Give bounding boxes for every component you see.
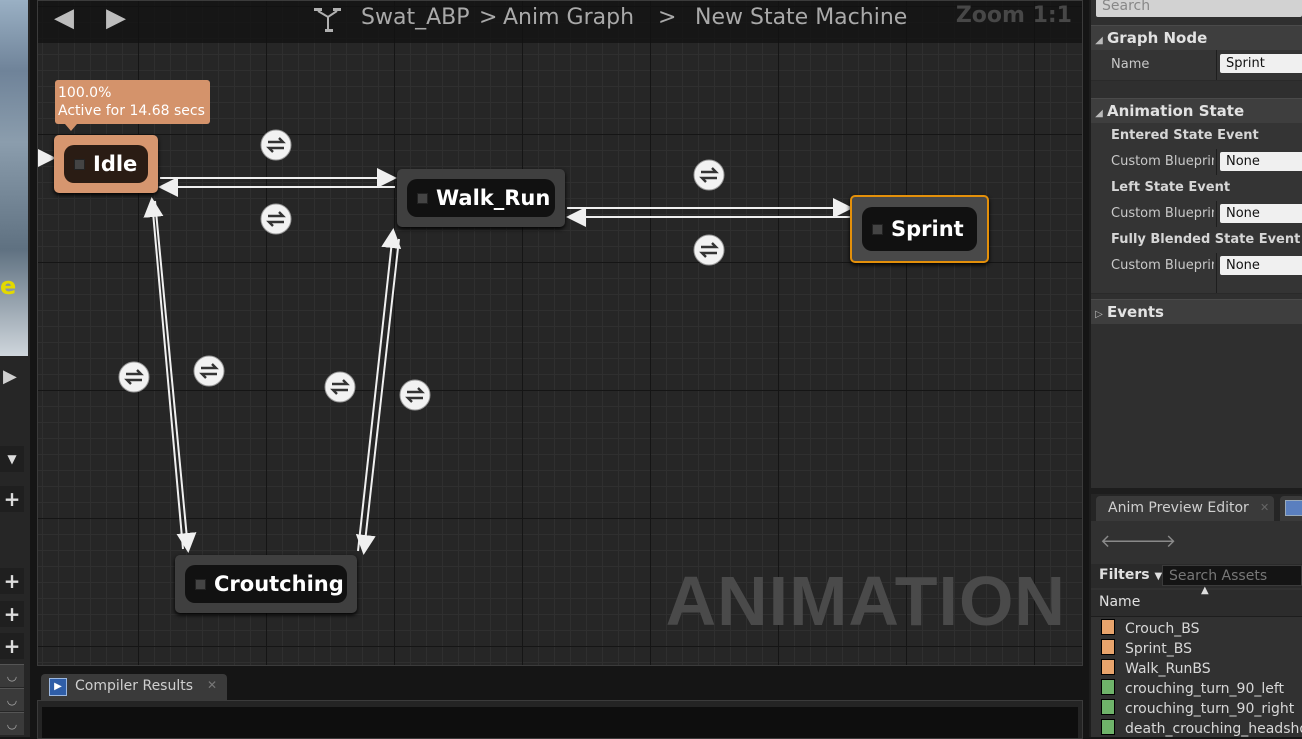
asset-row[interactable]: Crouch_BS bbox=[1101, 619, 1199, 639]
state-node-sprint[interactable]: Sprint bbox=[850, 195, 989, 263]
custom-blueprint-label: Custom Blueprint Event bbox=[1111, 154, 1214, 169]
state-label: Sprint bbox=[891, 217, 964, 241]
transition-rule-icon[interactable] bbox=[260, 129, 292, 161]
transition-rule-icon[interactable] bbox=[399, 379, 431, 411]
collapse-toggle-1[interactable]: ◡ bbox=[0, 664, 24, 687]
blended-event-dropdown[interactable]: None bbox=[1220, 256, 1302, 275]
asset-browser-icon bbox=[1285, 500, 1302, 516]
state-label: Idle bbox=[93, 152, 138, 176]
state-label: Walk_Run bbox=[436, 186, 551, 210]
search-assets-input[interactable]: Search Assets bbox=[1162, 565, 1302, 586]
left-state-event-row: Left State Event bbox=[1091, 175, 1302, 202]
entered-event-dropdown[interactable]: None bbox=[1220, 152, 1302, 171]
state-pin-icon bbox=[74, 158, 85, 170]
graph-node-section[interactable]: ◢ Graph Node bbox=[1091, 25, 1302, 50]
state-pin-icon bbox=[195, 578, 206, 590]
filters-label: Filters bbox=[1099, 567, 1150, 583]
state-pin-icon bbox=[872, 223, 883, 235]
fully-blended-event-row: Fully Blended State Event bbox=[1091, 227, 1302, 254]
asset-row[interactable]: death_crouching_headshot bbox=[1101, 719, 1302, 739]
collapse-toggle-2[interactable]: ◡ bbox=[0, 688, 24, 711]
transition-rule-icon[interactable] bbox=[193, 355, 225, 387]
collapse-toggle-3[interactable]: ◡ bbox=[0, 712, 24, 735]
tooltip-weight: 100.0% bbox=[58, 85, 112, 101]
blended-custom-blueprint-row: Custom Blueprint Event None bbox=[1091, 253, 1302, 294]
fully-blended-event-label: Fully Blended State Event bbox=[1111, 232, 1301, 247]
details-search-input[interactable]: Search bbox=[1096, 0, 1302, 17]
viewport-thumbnail bbox=[0, 0, 28, 356]
asset-name: Sprint_BS bbox=[1125, 641, 1193, 657]
anim-preview-tab-label: Anim Preview Editor bbox=[1108, 500, 1249, 516]
asset-list-header: Name ▲ bbox=[1091, 585, 1302, 617]
anim-preview-editor-tab[interactable]: Anim Preview Editor ✕ bbox=[1096, 496, 1274, 521]
sort-caret-icon: ▲ bbox=[1201, 585, 1209, 596]
chevron-down-icon[interactable]: ▼ bbox=[0, 446, 24, 472]
name-label: Name bbox=[1111, 57, 1150, 72]
name-row: Name Sprint bbox=[1091, 50, 1302, 81]
asset-name: Crouch_BS bbox=[1125, 621, 1200, 637]
blendspace-icon bbox=[1101, 659, 1115, 675]
tooltip-active-time: Active for 14.68 secs bbox=[58, 103, 205, 119]
name-field[interactable]: Sprint bbox=[1220, 54, 1302, 73]
asset-row[interactable]: crouching_turn_90_left bbox=[1101, 679, 1284, 699]
asset-name: crouching_turn_90_left bbox=[1125, 681, 1285, 697]
idle-active-tooltip: 100.0% Active for 14.68 secs bbox=[55, 80, 210, 131]
entered-custom-blueprint-row: Custom Blueprint Event None bbox=[1091, 149, 1302, 176]
add-button-4[interactable]: + bbox=[0, 633, 24, 659]
transition-rule-icon[interactable] bbox=[260, 203, 292, 235]
blendspace-icon bbox=[1101, 619, 1115, 635]
transition-rule-icon[interactable] bbox=[324, 371, 356, 403]
animation-sequence-icon bbox=[1101, 719, 1115, 735]
add-button-1[interactable]: + bbox=[0, 486, 24, 512]
state-node-crouching[interactable]: Croutching bbox=[175, 555, 357, 613]
filters-dropdown[interactable]: Filters ▼ bbox=[1099, 567, 1162, 583]
entered-state-event-label: Entered State Event bbox=[1111, 128, 1259, 143]
section-title: Graph Node bbox=[1107, 29, 1208, 47]
asset-row[interactable]: crouching_turn_90_right bbox=[1101, 699, 1294, 719]
transition-rule-icon[interactable] bbox=[693, 159, 725, 191]
custom-blueprint-label: Custom Blueprint Event bbox=[1111, 258, 1214, 273]
expand-triangle-icon: ▷ bbox=[1095, 309, 1103, 320]
add-button-3[interactable]: + bbox=[0, 601, 24, 627]
viewport-thumbnail-text: e bbox=[0, 272, 17, 300]
asset-name: crouching_turn_90_right bbox=[1125, 701, 1295, 717]
blendspace-icon bbox=[1101, 639, 1115, 655]
state-node-idle[interactable]: Idle bbox=[54, 135, 158, 193]
custom-blueprint-label: Custom Blueprint Event bbox=[1111, 206, 1214, 221]
left-custom-blueprint-row: Custom Blueprint Event None bbox=[1091, 201, 1302, 228]
asset-name: Walk_RunBS bbox=[1125, 661, 1211, 677]
play-icon[interactable]: ▶︎ bbox=[3, 366, 17, 387]
state-pin-icon bbox=[417, 192, 428, 204]
forward-arrow-icon[interactable]: 🡒 bbox=[1128, 531, 1176, 552]
asset-row[interactable]: Sprint_BS bbox=[1101, 639, 1192, 659]
left-event-dropdown[interactable]: None bbox=[1220, 204, 1302, 223]
close-icon[interactable]: ✕ bbox=[207, 678, 217, 692]
transition-rule-icon[interactable] bbox=[693, 234, 725, 266]
section-title: Events bbox=[1107, 303, 1164, 321]
section-title: Animation State bbox=[1107, 102, 1245, 120]
compiler-icon: ▶︎ bbox=[49, 678, 67, 696]
add-button-2[interactable]: + bbox=[0, 568, 24, 594]
close-icon[interactable]: ✕ bbox=[1260, 501, 1269, 514]
asset-name: death_crouching_headshot bbox=[1125, 721, 1302, 737]
name-column-header[interactable]: Name bbox=[1099, 594, 1140, 610]
asset-browser-tab[interactable] bbox=[1280, 496, 1302, 521]
state-machine-graph[interactable]: ◀ ▶ Swat_ABP > Anim Graph > New State Ma… bbox=[37, 0, 1083, 666]
compiler-tab-label: Compiler Results bbox=[75, 678, 194, 694]
entered-state-event-row: Entered State Event bbox=[1091, 123, 1302, 150]
left-state-event-label: Left State Event bbox=[1111, 180, 1231, 195]
animation-state-section[interactable]: ◢ Animation State bbox=[1091, 98, 1302, 123]
transition-rule-icon[interactable] bbox=[118, 361, 150, 393]
events-section[interactable]: ▷ Events bbox=[1091, 299, 1302, 324]
animation-sequence-icon bbox=[1101, 679, 1115, 695]
compiler-results-tab[interactable]: ▶︎ Compiler Results ✕ bbox=[41, 674, 227, 700]
animation-sequence-icon bbox=[1101, 699, 1115, 715]
compiler-results-panel bbox=[37, 700, 1083, 739]
state-label: Croutching bbox=[214, 572, 344, 596]
state-node-walk-run[interactable]: Walk_Run bbox=[397, 169, 565, 227]
asset-row[interactable]: Walk_RunBS bbox=[1101, 659, 1211, 679]
